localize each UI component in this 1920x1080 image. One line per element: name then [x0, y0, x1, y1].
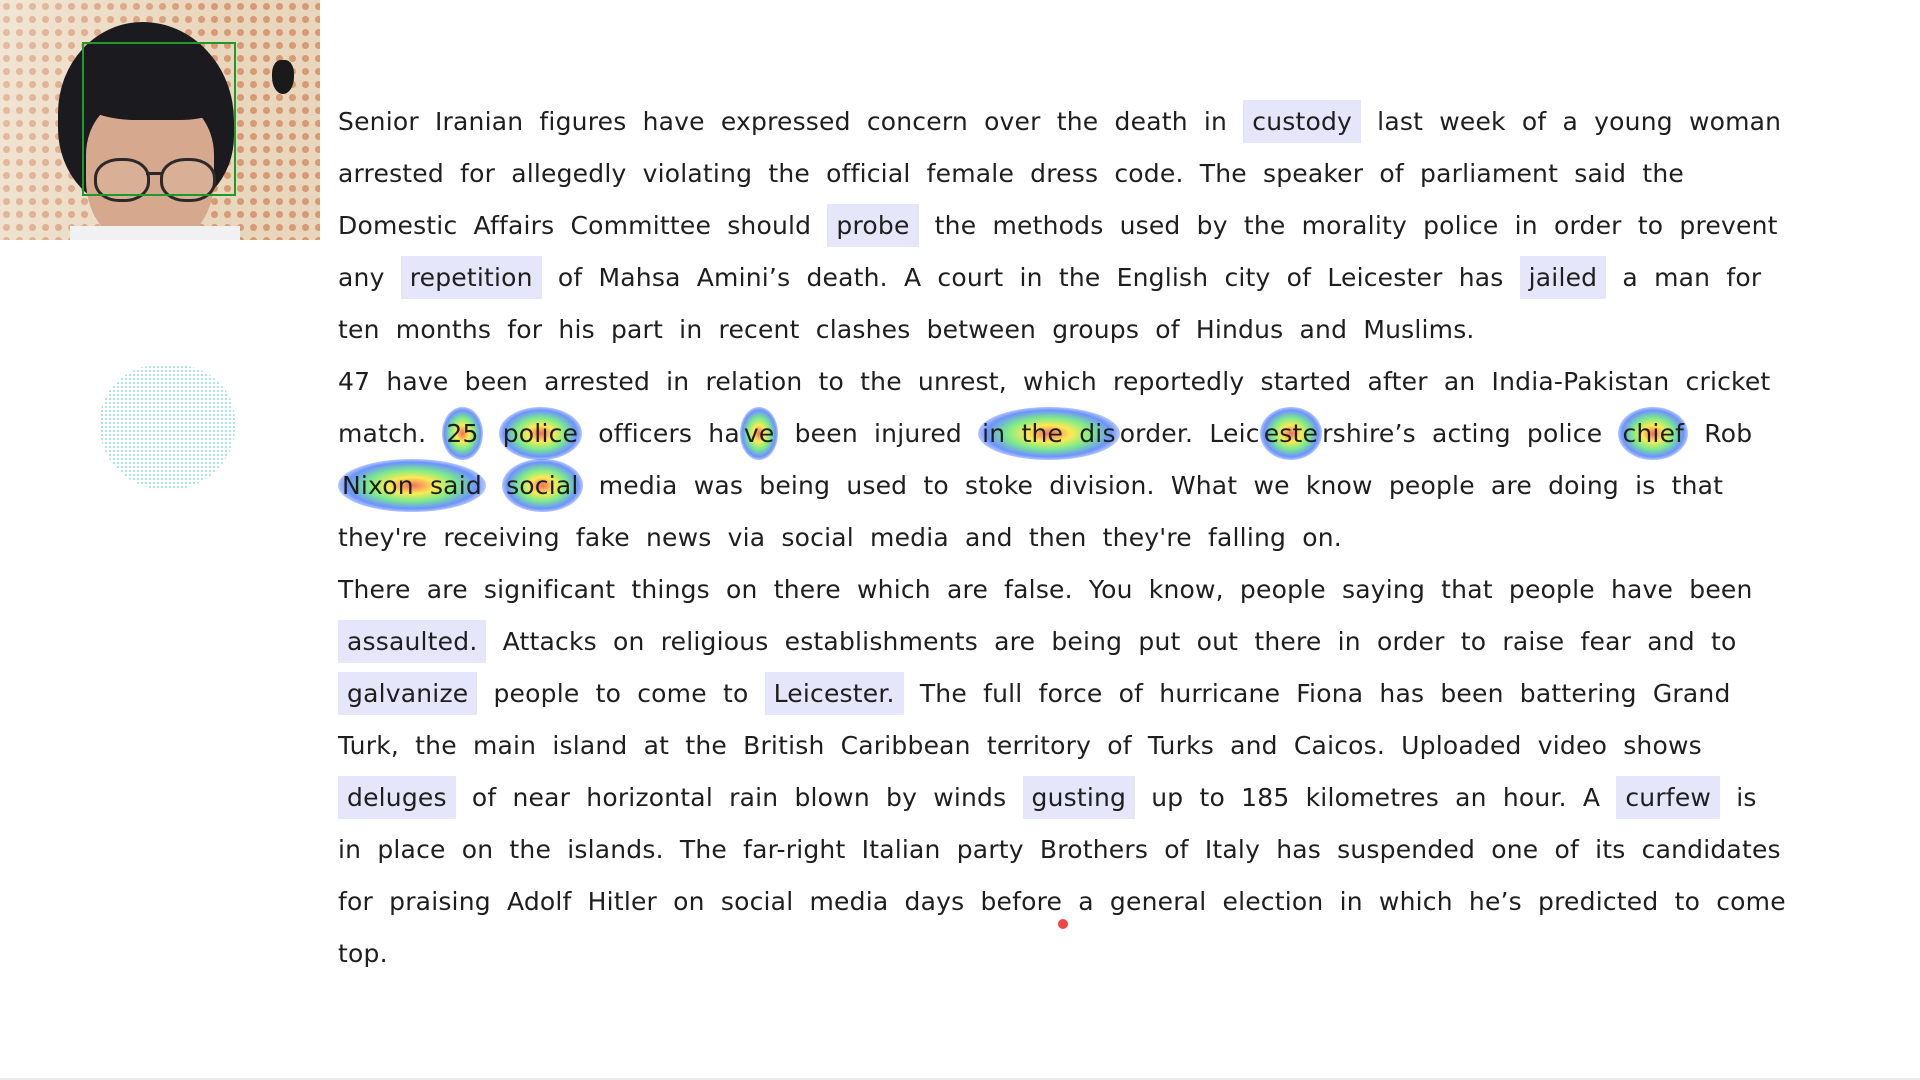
highlighted-vocabulary-word: custody [1243, 100, 1362, 143]
highlighted-vocabulary-word: jailed [1519, 256, 1607, 299]
highlighted-vocabulary-word: curfew [1616, 776, 1721, 819]
passage-text: rshire’s acting police [1322, 419, 1619, 448]
passage-text: Attacks on religious establishments are … [486, 627, 1737, 656]
gaze-heatmap-fixation: chief [1618, 407, 1689, 460]
passage-paragraph: 47 have been arrested in relation to the… [338, 356, 1788, 564]
webcam-user-shirt [70, 226, 240, 240]
gaze-heatmap-fixation: police [498, 407, 583, 460]
passage-text: people to come to [477, 679, 765, 708]
passage-text: Rob [1688, 419, 1753, 448]
highlighted-vocabulary-word: gusting [1022, 776, 1136, 819]
passage-text: Senior Iranian figures have expressed co… [338, 107, 1244, 136]
passage-text: officers ha [582, 419, 740, 448]
webcam-wall-hanger [272, 60, 294, 94]
passage-paragraph: Senior Iranian figures have expressed co… [338, 96, 1788, 356]
webcam-preview [0, 0, 320, 240]
passage-text: up to 185 kilometres an hour. A [1135, 783, 1617, 812]
passage-text [483, 419, 499, 448]
gaze-heatmap-fixation: 25 [442, 407, 483, 460]
gaze-heatmap-fixation: este [1259, 407, 1323, 460]
passage-text: of near horizontal rain blown by winds [455, 783, 1023, 812]
gaze-cursor-dot [1058, 919, 1068, 929]
reading-passage: Senior Iranian figures have expressed co… [338, 96, 1788, 980]
passage-text: been injured [778, 419, 979, 448]
passage-text: of Mahsa Amini’s death. A court in the E… [541, 263, 1520, 292]
highlighted-vocabulary-word: galvanize [338, 672, 478, 715]
passage-paragraph: There are significant things on there wh… [338, 564, 1788, 980]
passage-text [486, 471, 502, 500]
gaze-heatmap-fixation: Nixon said [338, 459, 486, 512]
passage-text: There are significant things on there wh… [338, 575, 1753, 604]
eye-tracking-reader-app: Senior Iranian figures have expressed co… [0, 0, 1920, 1080]
highlighted-vocabulary-word: Leicester. [764, 672, 904, 715]
face-detection-box [82, 42, 236, 196]
highlighted-vocabulary-word: probe [827, 204, 919, 247]
highlighted-vocabulary-word: repetition [400, 256, 542, 299]
gaze-heatmap-fixation: in the dis [978, 407, 1120, 460]
gaze-heatmap-fixation: social [502, 459, 583, 512]
face-mesh-preview [100, 365, 235, 490]
highlighted-vocabulary-word: deluges [338, 776, 456, 819]
highlighted-vocabulary-word: assaulted. [338, 620, 487, 663]
passage-text: order. Leic [1119, 419, 1260, 448]
gaze-heatmap-fixation: ve [739, 407, 779, 460]
